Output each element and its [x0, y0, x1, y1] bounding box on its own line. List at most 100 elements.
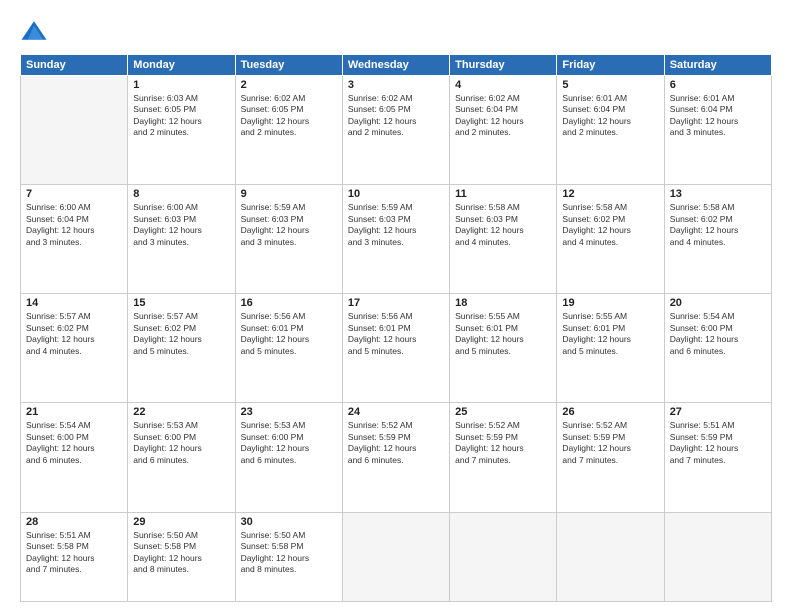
day-number: 21 [26, 406, 122, 418]
logo [20, 18, 52, 46]
calendar-cell: 10 Sunrise: 5:59 AM Sunset: 6:03 PM Dayli… [342, 185, 449, 294]
page: SundayMondayTuesdayWednesdayThursdayFrid… [0, 0, 792, 612]
calendar-cell: 14Sunrise: 5:57 AM Sunset: 6:02 PM Dayli… [21, 294, 128, 403]
day-info: Sunrise: 6:03 AM Sunset: 6:05 PM Dayligh… [133, 93, 229, 139]
day-number: 6 [670, 79, 766, 91]
day-info: Sunrise: 6:01 AM Sunset: 6:04 PM Dayligh… [562, 93, 658, 139]
day-number: 23 [241, 406, 337, 418]
calendar-cell: 23 Sunrise: 5:53 AM Sunset: 6:00 PM Dayli… [235, 403, 342, 512]
day-number: 3 [348, 79, 444, 91]
day-number: 2 [241, 79, 337, 91]
day-info: Sunrise: 5:56 AM Sunset: 6:01 PM Dayligh… [241, 311, 337, 357]
day-number: 4 [455, 79, 551, 91]
week-row-3: 14Sunrise: 5:57 AM Sunset: 6:02 PM Dayli… [21, 294, 772, 403]
calendar-cell: 1Sunrise: 6:03 AM Sunset: 6:05 PM Daylig… [128, 76, 235, 185]
calendar-cell: 5Sunrise: 6:01 AM Sunset: 6:04 PM Daylig… [557, 76, 664, 185]
calendar-cell: 22Sunrise: 5:53 AM Sunset: 6:00 PM Dayli… [128, 403, 235, 512]
day-number: 20 [670, 297, 766, 309]
day-number: 30 [241, 516, 337, 528]
day-info: Sunrise: 5:58 AM Sunset: 6:02 PM Dayligh… [562, 202, 658, 248]
calendar-cell: 24 Sunrise: 5:52 AM Sunset: 5:59 PM Dayli… [342, 403, 449, 512]
day-header-monday: Monday [128, 55, 235, 76]
day-info: Sunrise: 6:02 AM Sunset: 6:04 PM Dayligh… [455, 93, 551, 139]
calendar-cell: 8 Sunrise: 6:00 AM Sunset: 6:03 PM Daylig… [128, 185, 235, 294]
calendar-cell: 18 Sunrise: 5:55 AM Sunset: 6:01 PM Dayli… [450, 294, 557, 403]
day-info: Sunrise: 5:55 AM Sunset: 6:01 PM Dayligh… [562, 311, 658, 357]
day-number: 16 [241, 297, 337, 309]
day-number: 13 [670, 188, 766, 200]
week-row-2: 7Sunrise: 6:00 AM Sunset: 6:04 PM Daylig… [21, 185, 772, 294]
week-row-5: 28 Sunrise: 5:51 AM Sunset: 5:58 PM Dayli… [21, 512, 772, 601]
day-header-row: SundayMondayTuesdayWednesdayThursdayFrid… [21, 55, 772, 76]
day-number: 19 [562, 297, 658, 309]
day-info: Sunrise: 5:51 AM Sunset: 5:58 PM Dayligh… [26, 530, 122, 576]
calendar-header: SundayMondayTuesdayWednesdayThursdayFrid… [21, 55, 772, 76]
calendar-cell [342, 512, 449, 601]
day-info: Sunrise: 5:55 AM Sunset: 6:01 PM Dayligh… [455, 311, 551, 357]
calendar-cell: 26 Sunrise: 5:52 AM Sunset: 5:59 PM Dayli… [557, 403, 664, 512]
day-info: Sunrise: 5:57 AM Sunset: 6:02 PM Dayligh… [26, 311, 122, 357]
day-info: Sunrise: 5:59 AM Sunset: 6:03 PM Dayligh… [241, 202, 337, 248]
day-header-sunday: Sunday [21, 55, 128, 76]
day-info: Sunrise: 5:58 AM Sunset: 6:02 PM Dayligh… [670, 202, 766, 248]
day-header-wednesday: Wednesday [342, 55, 449, 76]
day-number: 25 [455, 406, 551, 418]
calendar-cell [450, 512, 557, 601]
day-header-tuesday: Tuesday [235, 55, 342, 76]
day-info: Sunrise: 5:54 AM Sunset: 6:00 PM Dayligh… [26, 420, 122, 466]
calendar-cell: 21 Sunrise: 5:54 AM Sunset: 6:00 PM Dayli… [21, 403, 128, 512]
calendar-cell: 4 Sunrise: 6:02 AM Sunset: 6:04 PM Daylig… [450, 76, 557, 185]
day-info: Sunrise: 6:01 AM Sunset: 6:04 PM Dayligh… [670, 93, 766, 139]
day-number: 11 [455, 188, 551, 200]
calendar-cell: 3 Sunrise: 6:02 AM Sunset: 6:05 PM Daylig… [342, 76, 449, 185]
calendar-cell: 19 Sunrise: 5:55 AM Sunset: 6:01 PM Dayli… [557, 294, 664, 403]
day-info: Sunrise: 5:56 AM Sunset: 6:01 PM Dayligh… [348, 311, 444, 357]
day-info: Sunrise: 5:50 AM Sunset: 5:58 PM Dayligh… [241, 530, 337, 576]
day-number: 24 [348, 406, 444, 418]
day-number: 15 [133, 297, 229, 309]
day-number: 9 [241, 188, 337, 200]
day-number: 17 [348, 297, 444, 309]
calendar-cell: 27 Sunrise: 5:51 AM Sunset: 5:59 PM Dayli… [664, 403, 771, 512]
day-info: Sunrise: 5:52 AM Sunset: 5:59 PM Dayligh… [455, 420, 551, 466]
calendar-cell: 25 Sunrise: 5:52 AM Sunset: 5:59 PM Dayli… [450, 403, 557, 512]
calendar-cell: 16 Sunrise: 5:56 AM Sunset: 6:01 PM Dayli… [235, 294, 342, 403]
calendar-cell: 15 Sunrise: 5:57 AM Sunset: 6:02 PM Dayli… [128, 294, 235, 403]
day-info: Sunrise: 5:57 AM Sunset: 6:02 PM Dayligh… [133, 311, 229, 357]
day-number: 12 [562, 188, 658, 200]
day-number: 27 [670, 406, 766, 418]
day-header-friday: Friday [557, 55, 664, 76]
day-number: 18 [455, 297, 551, 309]
day-number: 7 [26, 188, 122, 200]
day-header-thursday: Thursday [450, 55, 557, 76]
day-header-saturday: Saturday [664, 55, 771, 76]
day-info: Sunrise: 6:02 AM Sunset: 6:05 PM Dayligh… [348, 93, 444, 139]
calendar-cell: 28 Sunrise: 5:51 AM Sunset: 5:58 PM Dayli… [21, 512, 128, 601]
day-info: Sunrise: 5:58 AM Sunset: 6:03 PM Dayligh… [455, 202, 551, 248]
calendar-cell: 9 Sunrise: 5:59 AM Sunset: 6:03 PM Daylig… [235, 185, 342, 294]
day-number: 22 [133, 406, 229, 418]
calendar-cell: 6 Sunrise: 6:01 AM Sunset: 6:04 PM Daylig… [664, 76, 771, 185]
day-number: 8 [133, 188, 229, 200]
week-row-1: 1Sunrise: 6:03 AM Sunset: 6:05 PM Daylig… [21, 76, 772, 185]
header [20, 18, 772, 46]
day-number: 26 [562, 406, 658, 418]
calendar-cell: 30 Sunrise: 5:50 AM Sunset: 5:58 PM Dayli… [235, 512, 342, 601]
day-info: Sunrise: 5:52 AM Sunset: 5:59 PM Dayligh… [348, 420, 444, 466]
calendar-cell: 13 Sunrise: 5:58 AM Sunset: 6:02 PM Dayli… [664, 185, 771, 294]
calendar-cell: 20Sunrise: 5:54 AM Sunset: 6:00 PM Dayli… [664, 294, 771, 403]
day-info: Sunrise: 5:53 AM Sunset: 6:00 PM Dayligh… [241, 420, 337, 466]
logo-icon [20, 18, 48, 46]
calendar-cell: 29Sunrise: 5:50 AM Sunset: 5:58 PM Dayli… [128, 512, 235, 601]
day-info: Sunrise: 5:52 AM Sunset: 5:59 PM Dayligh… [562, 420, 658, 466]
day-number: 28 [26, 516, 122, 528]
calendar-cell: 11 Sunrise: 5:58 AM Sunset: 6:03 PM Dayli… [450, 185, 557, 294]
calendar-body: 1Sunrise: 6:03 AM Sunset: 6:05 PM Daylig… [21, 76, 772, 602]
day-info: Sunrise: 5:59 AM Sunset: 6:03 PM Dayligh… [348, 202, 444, 248]
calendar-cell [21, 76, 128, 185]
day-info: Sunrise: 6:00 AM Sunset: 6:03 PM Dayligh… [133, 202, 229, 248]
week-row-4: 21 Sunrise: 5:54 AM Sunset: 6:00 PM Dayli… [21, 403, 772, 512]
day-info: Sunrise: 6:02 AM Sunset: 6:05 PM Dayligh… [241, 93, 337, 139]
day-number: 10 [348, 188, 444, 200]
day-info: Sunrise: 5:51 AM Sunset: 5:59 PM Dayligh… [670, 420, 766, 466]
